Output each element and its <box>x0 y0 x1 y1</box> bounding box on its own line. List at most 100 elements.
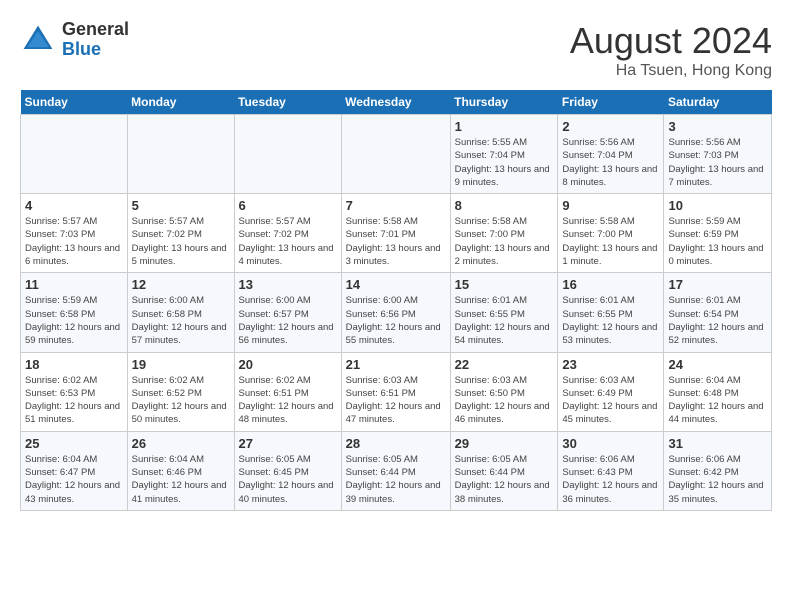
calendar-cell: 16Sunrise: 6:01 AM Sunset: 6:55 PM Dayli… <box>558 273 664 352</box>
day-info: Sunrise: 6:00 AM Sunset: 6:57 PM Dayligh… <box>239 294 337 347</box>
calendar-cell: 12Sunrise: 6:00 AM Sunset: 6:58 PM Dayli… <box>127 273 234 352</box>
calendar-cell: 28 Sunrise: 6:05 AM Sunset: 6:44 PM Dayli… <box>341 431 450 510</box>
location: Ha Tsuen, Hong Kong <box>570 62 772 80</box>
day-number: 23 <box>562 357 659 372</box>
day-number: 8 <box>455 198 554 213</box>
day-info: Sunrise: 6:03 AM Sunset: 6:49 PM Dayligh… <box>562 374 659 427</box>
day-info: Sunrise: 5:57 AM Sunset: 7:03 PM Dayligh… <box>25 215 123 268</box>
day-info: Sunrise: 5:56 AM Sunset: 7:04 PM Dayligh… <box>562 136 659 189</box>
calendar-cell: 22Sunrise: 6:03 AM Sunset: 6:50 PM Dayli… <box>450 352 558 431</box>
day-number: 21 <box>346 357 446 372</box>
calendar-cell: 1 Sunrise: 5:55 AM Sunset: 7:04 PM Daylig… <box>450 115 558 194</box>
day-number: 19 <box>132 357 230 372</box>
calendar-header-row: SundayMondayTuesdayWednesdayThursdayFrid… <box>21 90 772 115</box>
header-monday: Monday <box>127 90 234 115</box>
calendar-cell: 24 Sunrise: 6:04 AM Sunset: 6:48 PM Dayli… <box>664 352 772 431</box>
calendar-cell: 14 Sunrise: 6:00 AM Sunset: 6:56 PM Dayli… <box>341 273 450 352</box>
calendar-table: SundayMondayTuesdayWednesdayThursdayFrid… <box>20 90 772 511</box>
calendar-cell: 6 Sunrise: 5:57 AM Sunset: 7:02 PM Daylig… <box>234 194 341 273</box>
page-header: General Blue August 2024 Ha Tsuen, Hong … <box>20 20 772 80</box>
calendar-cell: 20 Sunrise: 6:02 AM Sunset: 6:51 PM Dayli… <box>234 352 341 431</box>
day-number: 18 <box>25 357 123 372</box>
logo-text: General Blue <box>62 20 129 60</box>
day-number: 16 <box>562 277 659 292</box>
day-info: Sunrise: 6:01 AM Sunset: 6:54 PM Dayligh… <box>668 294 767 347</box>
calendar-week-3: 11 Sunrise: 5:59 AM Sunset: 6:58 PM Dayli… <box>21 273 772 352</box>
calendar-cell: 29 Sunrise: 6:05 AM Sunset: 6:44 PM Dayli… <box>450 431 558 510</box>
day-info: Sunrise: 5:56 AM Sunset: 7:03 PM Dayligh… <box>668 136 767 189</box>
day-number: 20 <box>239 357 337 372</box>
day-info: Sunrise: 6:04 AM Sunset: 6:48 PM Dayligh… <box>668 374 767 427</box>
day-info: Sunrise: 5:57 AM Sunset: 7:02 PM Dayligh… <box>239 215 337 268</box>
calendar-cell: 4 Sunrise: 5:57 AM Sunset: 7:03 PM Daylig… <box>21 194 128 273</box>
day-info: Sunrise: 6:01 AM Sunset: 6:55 PM Dayligh… <box>455 294 554 347</box>
calendar-week-4: 18 Sunrise: 6:02 AM Sunset: 6:53 PM Dayli… <box>21 352 772 431</box>
calendar-cell: 9 Sunrise: 5:58 AM Sunset: 7:00 PM Daylig… <box>558 194 664 273</box>
day-number: 7 <box>346 198 446 213</box>
day-number: 11 <box>25 277 123 292</box>
day-number: 1 <box>455 119 554 134</box>
day-info: Sunrise: 6:00 AM Sunset: 6:56 PM Dayligh… <box>346 294 446 347</box>
day-number: 31 <box>668 436 767 451</box>
day-info: Sunrise: 6:03 AM Sunset: 6:51 PM Dayligh… <box>346 374 446 427</box>
logo-blue-text: Blue <box>62 40 129 60</box>
calendar-cell: 3 Sunrise: 5:56 AM Sunset: 7:03 PM Daylig… <box>664 115 772 194</box>
calendar-week-1: 1 Sunrise: 5:55 AM Sunset: 7:04 PM Daylig… <box>21 115 772 194</box>
calendar-cell: 10Sunrise: 5:59 AM Sunset: 6:59 PM Dayli… <box>664 194 772 273</box>
day-info: Sunrise: 5:59 AM Sunset: 6:59 PM Dayligh… <box>668 215 767 268</box>
calendar-cell: 5Sunrise: 5:57 AM Sunset: 7:02 PM Daylig… <box>127 194 234 273</box>
day-info: Sunrise: 6:04 AM Sunset: 6:47 PM Dayligh… <box>25 453 123 506</box>
day-info: Sunrise: 6:02 AM Sunset: 6:52 PM Dayligh… <box>132 374 230 427</box>
calendar-week-5: 25 Sunrise: 6:04 AM Sunset: 6:47 PM Dayli… <box>21 431 772 510</box>
day-number: 25 <box>25 436 123 451</box>
day-number: 28 <box>346 436 446 451</box>
month-title: August 2024 <box>570 20 772 62</box>
calendar-cell: 17 Sunrise: 6:01 AM Sunset: 6:54 PM Dayli… <box>664 273 772 352</box>
day-number: 3 <box>668 119 767 134</box>
calendar-cell: 11 Sunrise: 5:59 AM Sunset: 6:58 PM Dayli… <box>21 273 128 352</box>
day-number: 12 <box>132 277 230 292</box>
calendar-cell: 13 Sunrise: 6:00 AM Sunset: 6:57 PM Dayli… <box>234 273 341 352</box>
day-number: 14 <box>346 277 446 292</box>
day-info: Sunrise: 5:58 AM Sunset: 7:01 PM Dayligh… <box>346 215 446 268</box>
calendar-cell: 21 Sunrise: 6:03 AM Sunset: 6:51 PM Dayli… <box>341 352 450 431</box>
calendar-cell <box>234 115 341 194</box>
day-info: Sunrise: 5:58 AM Sunset: 7:00 PM Dayligh… <box>562 215 659 268</box>
day-number: 24 <box>668 357 767 372</box>
day-number: 13 <box>239 277 337 292</box>
day-info: Sunrise: 6:02 AM Sunset: 6:51 PM Dayligh… <box>239 374 337 427</box>
day-info: Sunrise: 6:05 AM Sunset: 6:44 PM Dayligh… <box>455 453 554 506</box>
calendar-cell: 7 Sunrise: 5:58 AM Sunset: 7:01 PM Daylig… <box>341 194 450 273</box>
day-number: 30 <box>562 436 659 451</box>
day-number: 9 <box>562 198 659 213</box>
calendar-cell <box>127 115 234 194</box>
day-number: 6 <box>239 198 337 213</box>
day-info: Sunrise: 5:59 AM Sunset: 6:58 PM Dayligh… <box>25 294 123 347</box>
calendar-cell: 30 Sunrise: 6:06 AM Sunset: 6:43 PM Dayli… <box>558 431 664 510</box>
day-number: 4 <box>25 198 123 213</box>
day-number: 29 <box>455 436 554 451</box>
day-info: Sunrise: 6:05 AM Sunset: 6:44 PM Dayligh… <box>346 453 446 506</box>
logo: General Blue <box>20 20 129 60</box>
calendar-cell: 27 Sunrise: 6:05 AM Sunset: 6:45 PM Dayli… <box>234 431 341 510</box>
day-number: 26 <box>132 436 230 451</box>
day-number: 15 <box>455 277 554 292</box>
day-info: Sunrise: 5:55 AM Sunset: 7:04 PM Dayligh… <box>455 136 554 189</box>
day-number: 17 <box>668 277 767 292</box>
header-friday: Friday <box>558 90 664 115</box>
logo-general-text: General <box>62 20 129 40</box>
day-info: Sunrise: 6:06 AM Sunset: 6:43 PM Dayligh… <box>562 453 659 506</box>
header-saturday: Saturday <box>664 90 772 115</box>
header-tuesday: Tuesday <box>234 90 341 115</box>
calendar-cell: 23 Sunrise: 6:03 AM Sunset: 6:49 PM Dayli… <box>558 352 664 431</box>
calendar-cell <box>341 115 450 194</box>
day-info: Sunrise: 6:05 AM Sunset: 6:45 PM Dayligh… <box>239 453 337 506</box>
header-wednesday: Wednesday <box>341 90 450 115</box>
calendar-cell: 18 Sunrise: 6:02 AM Sunset: 6:53 PM Dayli… <box>21 352 128 431</box>
day-info: Sunrise: 6:03 AM Sunset: 6:50 PM Dayligh… <box>455 374 554 427</box>
day-number: 2 <box>562 119 659 134</box>
day-number: 5 <box>132 198 230 213</box>
calendar-cell: 8Sunrise: 5:58 AM Sunset: 7:00 PM Daylig… <box>450 194 558 273</box>
day-number: 27 <box>239 436 337 451</box>
day-info: Sunrise: 6:02 AM Sunset: 6:53 PM Dayligh… <box>25 374 123 427</box>
